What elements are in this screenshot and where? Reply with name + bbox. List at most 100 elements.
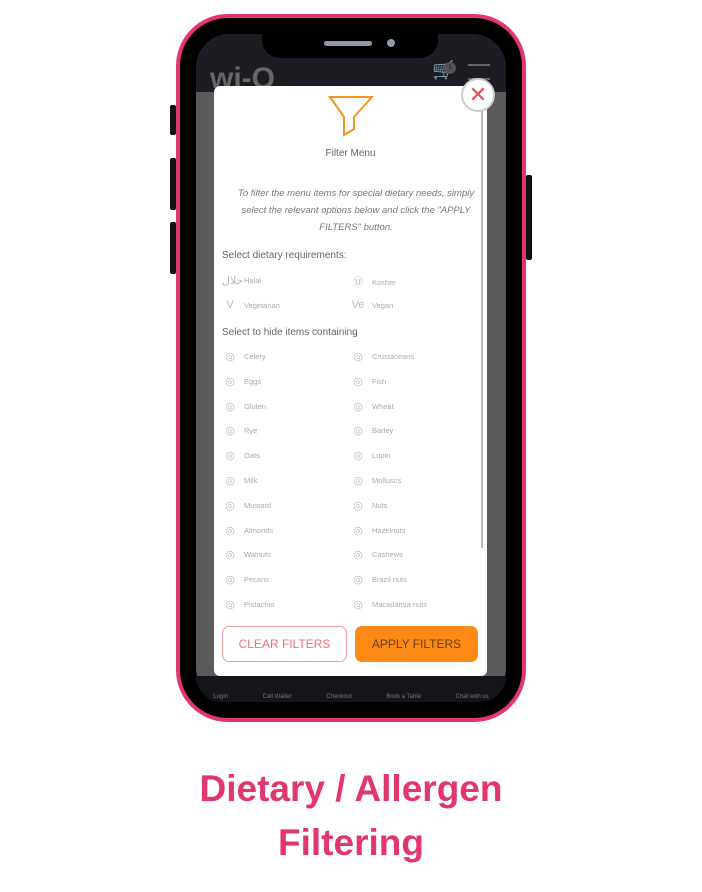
allergen-option-wheat-icon: ◎ [353, 400, 363, 413]
allergen-option-crustaceans-icon: ◎ [353, 351, 363, 363]
allergen-option-wheat[interactable]: ◎ Wheat [350, 400, 394, 413]
dietary-option-vegan[interactable]: Ve Vegan [350, 299, 394, 311]
option-label: Pistachio [244, 600, 275, 609]
option-label: Oats [244, 451, 260, 461]
allergen-option-oats-icon: ◎ [225, 450, 235, 463]
option-label: Wheat [372, 401, 394, 411]
nav-checkout[interactable]: Checkout [326, 694, 351, 700]
allergen-option-almonds[interactable]: ◎ Almonds [222, 524, 273, 537]
option-label: Vegetarian [244, 300, 280, 310]
caption-line-2: Filtering [278, 822, 424, 863]
option-label: Walnuts [244, 550, 271, 560]
option-label: Mustard [244, 500, 272, 510]
allergen-option-milk-icon: ◎ [225, 475, 235, 487]
dietary-option-halal-icon: حلال [222, 275, 244, 287]
mute-switch [170, 105, 176, 135]
allergen-option-pistachio[interactable]: ◎ Pistachio [222, 598, 274, 611]
allergen-option-rye-icon: ◎ [225, 425, 235, 438]
allergen-option-eggs-icon: ◎ [225, 375, 235, 388]
allergen-option-walnuts[interactable]: ◎ Walnuts [222, 548, 271, 561]
allergen-option-barley-icon: ◎ [353, 425, 363, 438]
allergen-option-eggs[interactable]: ◎ Eggs [222, 375, 261, 388]
option-label: Nuts [372, 500, 388, 510]
option-label: Celery [244, 352, 266, 361]
option-label: Macadamia nuts [372, 600, 428, 609]
dietary-option-vegetarian-icon: V [226, 299, 234, 311]
dietary-heading: Select dietary requirements: [222, 250, 347, 261]
allergen-option-nuts-icon: ◎ [353, 499, 363, 512]
allergen-option-pecans[interactable]: ◎ Pecans [222, 573, 269, 586]
allergen-option-hazelnuts-icon: ◎ [353, 524, 363, 537]
caption-line-1: Dietary / Allergen [199, 768, 503, 809]
allergen-option-macadamia-nuts[interactable]: ◎ Macadamia nuts [350, 598, 427, 611]
allergen-option-barley[interactable]: ◎ Barley [350, 424, 393, 437]
dietary-option-vegan-icon: Ve [351, 299, 365, 311]
allergen-option-lupin-icon: ◎ [353, 450, 363, 463]
allergen-option-brazil-nuts[interactable]: ◎ Brazil nuts [350, 573, 407, 586]
modal-intro: To filter the menu items for special die… [237, 188, 475, 233]
nav-login[interactable]: Login [213, 694, 228, 700]
volume-down [170, 222, 176, 274]
clear-filters-button[interactable]: CLEAR FILTERS [222, 626, 347, 662]
camera [387, 39, 395, 47]
allergen-option-lupin[interactable]: ◎ Lupin [350, 449, 390, 462]
option-label: Pecans [244, 575, 270, 585]
filter-funnel-icon [328, 96, 374, 137]
allergen-option-molluscs-icon: ◎ [353, 475, 363, 487]
allergen-option-almonds-icon: ◎ [225, 524, 235, 537]
option-label: Halal [244, 276, 262, 285]
allergen-option-pecans-icon: ◎ [225, 574, 235, 587]
option-label: Eggs [244, 376, 262, 386]
option-label: Hazelnuts [372, 525, 406, 535]
bottom-nav: Login Call Waiter Checkout Book a Table Chat… [196, 676, 506, 702]
nav-chat-with-us[interactable]: Chat with us [456, 694, 489, 700]
nav-call-waiter[interactable]: Call Waiter [263, 694, 292, 700]
option-label: Rye [244, 426, 258, 436]
allergen-option-fish[interactable]: ◎ Fish [350, 375, 386, 388]
allergen-option-nuts[interactable]: ◎ Nuts [350, 499, 387, 512]
allergen-option-brazil-nuts-icon: ◎ [353, 574, 363, 587]
allergen-option-macadamia-nuts-icon: ◎ [353, 599, 363, 611]
option-label: Kosher [372, 277, 396, 287]
allergen-option-rye[interactable]: ◎ Rye [222, 424, 257, 437]
option-label: Gluten [244, 401, 267, 411]
allergen-option-walnuts-icon: ◎ [225, 549, 235, 562]
option-label: Milk [244, 476, 258, 485]
close-button[interactable]: ✕ [461, 78, 495, 112]
caption: Dietary / Allergen Filtering [0, 762, 702, 870]
option-label: Brazil nuts [372, 575, 408, 585]
dietary-option-kosher-icon: Ⓤ [352, 277, 364, 289]
allergen-option-cashews[interactable]: ◎ Cashews [350, 548, 403, 561]
allergen-option-crustaceans[interactable]: ◎ Crustaceans [350, 350, 414, 363]
power-button [526, 175, 532, 260]
option-label: Crustaceans [372, 352, 415, 361]
allergen-option-gluten[interactable]: ◎ Gluten [222, 400, 266, 413]
dietary-option-vegetarian[interactable]: V Vegetarian [222, 299, 280, 311]
allergen-option-celery[interactable]: ◎ Celery [222, 350, 266, 363]
cart-count: 1 [444, 62, 456, 74]
allergen-option-cashews-icon: ◎ [353, 549, 363, 562]
option-label: Barley [372, 426, 394, 436]
allergen-option-gluten-icon: ◎ [225, 400, 235, 413]
nav-book-a-table[interactable]: Book a Table [386, 694, 421, 700]
option-label: Vegan [372, 300, 394, 310]
option-label: Cashews [372, 550, 403, 560]
allergen-option-celery-icon: ◎ [225, 351, 235, 363]
dietary-option-kosher[interactable]: Ⓤ Kosher [350, 274, 396, 290]
allergen-option-oats[interactable]: ◎ Oats [222, 449, 260, 462]
allergen-option-hazelnuts[interactable]: ◎ Hazelnuts [350, 524, 405, 537]
allergen-option-milk[interactable]: ◎ Milk [222, 474, 257, 487]
apply-filters-button[interactable]: APPLY FILTERS [355, 626, 478, 662]
option-label: Molluscs [372, 476, 402, 485]
dietary-option-halal[interactable]: حلال Halal [222, 274, 261, 287]
speaker [324, 41, 372, 46]
allergen-option-fish-icon: ◎ [353, 375, 363, 388]
allergen-option-molluscs[interactable]: ◎ Molluscs [350, 474, 401, 487]
option-label: Fish [372, 376, 387, 386]
modal-scrollbar[interactable] [481, 108, 483, 548]
option-label: Almonds [244, 525, 274, 535]
allergen-heading: Select to hide items containing [222, 327, 358, 338]
allergen-option-mustard[interactable]: ◎ Mustard [222, 499, 271, 512]
allergen-option-mustard-icon: ◎ [225, 499, 235, 512]
modal-title: Filter Menu [325, 148, 376, 159]
